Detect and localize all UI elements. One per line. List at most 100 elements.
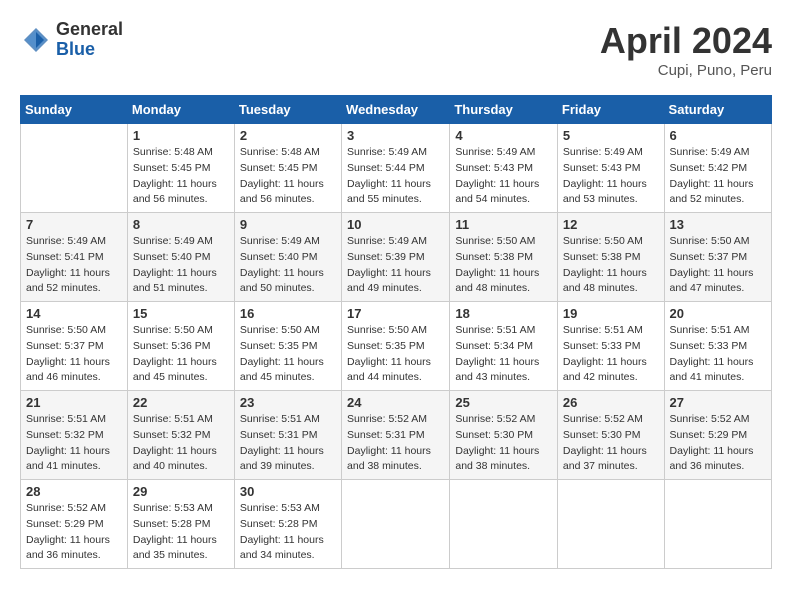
day-cell: 25Sunrise: 5:52 AMSunset: 5:30 PMDayligh… [450, 391, 558, 480]
day-info: Sunrise: 5:51 AMSunset: 5:32 PMDaylight:… [133, 412, 229, 475]
day-number: 28 [26, 484, 122, 499]
day-cell [450, 480, 558, 569]
day-number: 7 [26, 217, 122, 232]
day-cell: 8Sunrise: 5:49 AMSunset: 5:40 PMDaylight… [127, 213, 234, 302]
day-cell: 5 Sunrise: 5:49 AMSunset: 5:43 PMDaylight… [557, 124, 664, 213]
day-cell: 15 Sunrise: 5:50 AMSunset: 5:36 PMDayligh… [127, 302, 234, 391]
day-cell: 14Sunrise: 5:50 AMSunset: 5:37 PMDayligh… [21, 302, 128, 391]
day-cell: 19Sunrise: 5:51 AMSunset: 5:33 PMDayligh… [557, 302, 664, 391]
calendar-table: SundayMondayTuesdayWednesdayThursdayFrid… [20, 95, 772, 569]
day-cell [21, 124, 128, 213]
day-number: 27 [670, 395, 766, 410]
day-cell [342, 480, 450, 569]
day-cell: 27Sunrise: 5:52 AMSunset: 5:29 PMDayligh… [664, 391, 771, 480]
month-title: April 2024 [600, 20, 772, 62]
day-info: Sunrise: 5:52 AMSunset: 5:31 PMDaylight:… [347, 412, 444, 475]
day-number: 23 [240, 395, 336, 410]
logo-blue: Blue [56, 40, 123, 60]
day-info: Sunrise: 5:48 AMSunset: 5:45 PMDaylight:… [240, 145, 336, 208]
day-number: 13 [670, 217, 766, 232]
day-cell: 6 Sunrise: 5:49 AMSunset: 5:42 PMDaylight… [664, 124, 771, 213]
day-number: 20 [670, 306, 766, 321]
day-number: 3 [347, 128, 444, 143]
day-cell: 16 Sunrise: 5:50 AMSunset: 5:35 PMDayligh… [234, 302, 341, 391]
week-row-4: 21 Sunrise: 5:51 AMSunset: 5:32 PMDayligh… [21, 391, 772, 480]
day-number: 12 [563, 217, 659, 232]
day-cell: 12 Sunrise: 5:50 AMSunset: 5:38 PMDayligh… [557, 213, 664, 302]
day-cell: 29 Sunrise: 5:53 AMSunset: 5:28 PMDayligh… [127, 480, 234, 569]
day-cell: 13Sunrise: 5:50 AMSunset: 5:37 PMDayligh… [664, 213, 771, 302]
week-row-2: 7Sunrise: 5:49 AMSunset: 5:41 PMDaylight… [21, 213, 772, 302]
day-number: 5 [563, 128, 659, 143]
day-number: 16 [240, 306, 336, 321]
day-info: Sunrise: 5:49 AMSunset: 5:40 PMDaylight:… [240, 234, 336, 297]
page-header: General Blue April 2024 Cupi, Puno, Peru [20, 20, 772, 79]
week-row-5: 28 Sunrise: 5:52 AMSunset: 5:29 PMDayligh… [21, 480, 772, 569]
day-info: Sunrise: 5:50 AMSunset: 5:35 PMDaylight:… [240, 323, 336, 386]
col-header-friday: Friday [557, 96, 664, 124]
day-cell: 11Sunrise: 5:50 AMSunset: 5:38 PMDayligh… [450, 213, 558, 302]
day-info: Sunrise: 5:53 AMSunset: 5:28 PMDaylight:… [133, 501, 229, 564]
day-info: Sunrise: 5:51 AMSunset: 5:33 PMDaylight:… [670, 323, 766, 386]
day-number: 15 [133, 306, 229, 321]
day-cell: 3 Sunrise: 5:49 AMSunset: 5:44 PMDaylight… [342, 124, 450, 213]
day-number: 14 [26, 306, 122, 321]
day-cell: 2 Sunrise: 5:48 AMSunset: 5:45 PMDaylight… [234, 124, 341, 213]
day-number: 17 [347, 306, 444, 321]
day-cell: 22 Sunrise: 5:51 AMSunset: 5:32 PMDayligh… [127, 391, 234, 480]
col-header-wednesday: Wednesday [342, 96, 450, 124]
day-info: Sunrise: 5:49 AMSunset: 5:43 PMDaylight:… [455, 145, 552, 208]
day-cell: 23 Sunrise: 5:51 AMSunset: 5:31 PMDayligh… [234, 391, 341, 480]
day-info: Sunrise: 5:52 AMSunset: 5:30 PMDaylight:… [563, 412, 659, 475]
day-cell: 10 Sunrise: 5:49 AMSunset: 5:39 PMDayligh… [342, 213, 450, 302]
day-info: Sunrise: 5:50 AMSunset: 5:38 PMDaylight:… [455, 234, 552, 297]
day-cell [557, 480, 664, 569]
day-info: Sunrise: 5:52 AMSunset: 5:29 PMDaylight:… [26, 501, 122, 564]
day-number: 6 [670, 128, 766, 143]
day-number: 24 [347, 395, 444, 410]
day-cell [664, 480, 771, 569]
day-cell: 24 Sunrise: 5:52 AMSunset: 5:31 PMDayligh… [342, 391, 450, 480]
title-block: April 2024 Cupi, Puno, Peru [600, 20, 772, 79]
col-header-saturday: Saturday [664, 96, 771, 124]
day-number: 10 [347, 217, 444, 232]
day-cell: 17 Sunrise: 5:50 AMSunset: 5:35 PMDayligh… [342, 302, 450, 391]
day-number: 29 [133, 484, 229, 499]
day-info: Sunrise: 5:50 AMSunset: 5:38 PMDaylight:… [563, 234, 659, 297]
day-info: Sunrise: 5:51 AMSunset: 5:32 PMDaylight:… [26, 412, 122, 475]
day-cell: 18 Sunrise: 5:51 AMSunset: 5:34 PMDayligh… [450, 302, 558, 391]
logo-general: General [56, 20, 123, 40]
day-info: Sunrise: 5:51 AMSunset: 5:34 PMDaylight:… [455, 323, 552, 386]
day-info: Sunrise: 5:50 AMSunset: 5:35 PMDaylight:… [347, 323, 444, 386]
col-header-monday: Monday [127, 96, 234, 124]
day-number: 30 [240, 484, 336, 499]
day-info: Sunrise: 5:49 AMSunset: 5:43 PMDaylight:… [563, 145, 659, 208]
day-info: Sunrise: 5:49 AMSunset: 5:44 PMDaylight:… [347, 145, 444, 208]
day-info: Sunrise: 5:49 AMSunset: 5:40 PMDaylight:… [133, 234, 229, 297]
day-number: 9 [240, 217, 336, 232]
day-number: 22 [133, 395, 229, 410]
logo-text: General Blue [56, 20, 123, 60]
day-cell: 20 Sunrise: 5:51 AMSunset: 5:33 PMDayligh… [664, 302, 771, 391]
day-cell: 30 Sunrise: 5:53 AMSunset: 5:28 PMDayligh… [234, 480, 341, 569]
day-info: Sunrise: 5:50 AMSunset: 5:36 PMDaylight:… [133, 323, 229, 386]
day-number: 2 [240, 128, 336, 143]
day-info: Sunrise: 5:51 AMSunset: 5:31 PMDaylight:… [240, 412, 336, 475]
location-subtitle: Cupi, Puno, Peru [600, 62, 772, 79]
day-cell: 9 Sunrise: 5:49 AMSunset: 5:40 PMDaylight… [234, 213, 341, 302]
day-info: Sunrise: 5:49 AMSunset: 5:42 PMDaylight:… [670, 145, 766, 208]
day-info: Sunrise: 5:52 AMSunset: 5:30 PMDaylight:… [455, 412, 552, 475]
day-cell: 4 Sunrise: 5:49 AMSunset: 5:43 PMDaylight… [450, 124, 558, 213]
day-info: Sunrise: 5:53 AMSunset: 5:28 PMDaylight:… [240, 501, 336, 564]
day-number: 18 [455, 306, 552, 321]
day-number: 21 [26, 395, 122, 410]
day-cell: 28 Sunrise: 5:52 AMSunset: 5:29 PMDayligh… [21, 480, 128, 569]
day-cell: 7Sunrise: 5:49 AMSunset: 5:41 PMDaylight… [21, 213, 128, 302]
week-row-1: 1Sunrise: 5:48 AMSunset: 5:45 PMDaylight… [21, 124, 772, 213]
day-info: Sunrise: 5:49 AMSunset: 5:39 PMDaylight:… [347, 234, 444, 297]
day-number: 4 [455, 128, 552, 143]
day-info: Sunrise: 5:48 AMSunset: 5:45 PMDaylight:… [133, 145, 229, 208]
week-row-3: 14Sunrise: 5:50 AMSunset: 5:37 PMDayligh… [21, 302, 772, 391]
day-cell: 21 Sunrise: 5:51 AMSunset: 5:32 PMDayligh… [21, 391, 128, 480]
col-header-tuesday: Tuesday [234, 96, 341, 124]
